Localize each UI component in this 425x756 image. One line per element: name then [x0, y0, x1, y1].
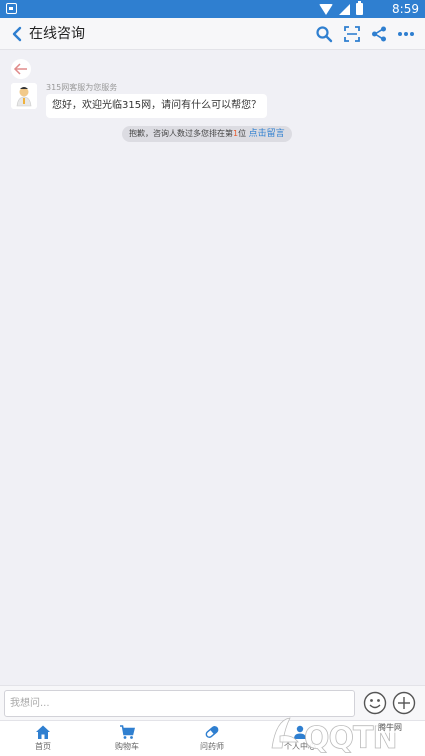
nav-label-pharmacist: 问药师 — [200, 742, 224, 751]
page-title: 在线咨询 — [29, 26, 85, 42]
home-icon — [35, 724, 51, 740]
watermark-caption: 腾牛网 — [376, 722, 404, 733]
search-icon — [316, 26, 333, 43]
queue-notice: 抱歉，咨询人数过多您排在第1位 点击留言 — [122, 126, 292, 142]
status-bar: 8:59 — [0, 0, 425, 18]
chevron-left-icon — [12, 26, 22, 42]
scan-icon — [344, 26, 360, 42]
return-button[interactable] — [11, 59, 31, 79]
battery-icon — [356, 1, 363, 15]
arrow-left-icon — [13, 63, 27, 75]
queue-notice-prefix: 抱歉，咨询人数过多您排在第 — [129, 129, 233, 138]
cart-icon — [119, 724, 135, 740]
agent-avatar — [11, 83, 37, 109]
back-button[interactable] — [10, 26, 24, 42]
sender-caption: 315网客服为您服务 — [46, 83, 118, 92]
share-button[interactable] — [370, 25, 388, 43]
status-time: 8:59 — [392, 2, 419, 16]
more-icon — [398, 32, 414, 36]
nav-label-cart: 购物车 — [115, 742, 139, 751]
top-app-bar: 在线咨询 — [0, 18, 425, 50]
notification-icon — [6, 3, 17, 14]
nav-item-pharmacist[interactable]: 问药师 — [182, 724, 242, 756]
agent-message-bubble: 您好，欢迎光临315网，请问有什么可以帮您？ — [46, 94, 268, 118]
agent-avatar-icon — [11, 83, 37, 109]
pill-icon — [204, 724, 220, 740]
watermark-logo: QQTN — [262, 712, 422, 756]
status-icons — [319, 1, 363, 16]
scan-button[interactable] — [343, 25, 361, 43]
nav-item-cart[interactable]: 购物车 — [97, 724, 157, 756]
more-button[interactable] — [397, 25, 415, 43]
wifi-icon — [319, 3, 333, 15]
queue-notice-suffix: 位 — [238, 129, 247, 138]
signal-icon — [339, 3, 350, 15]
nav-label-home: 首页 — [35, 742, 51, 751]
nav-item-home[interactable]: 首页 — [13, 724, 73, 756]
chat-area[interactable]: 315网客服为您服务 您好，欢迎光临315网，请问有什么可以帮您？ 抱歉，咨询人… — [0, 51, 425, 685]
leave-message-link[interactable]: 点击留言 — [249, 129, 285, 139]
share-icon — [372, 26, 386, 42]
search-button[interactable] — [315, 25, 333, 43]
